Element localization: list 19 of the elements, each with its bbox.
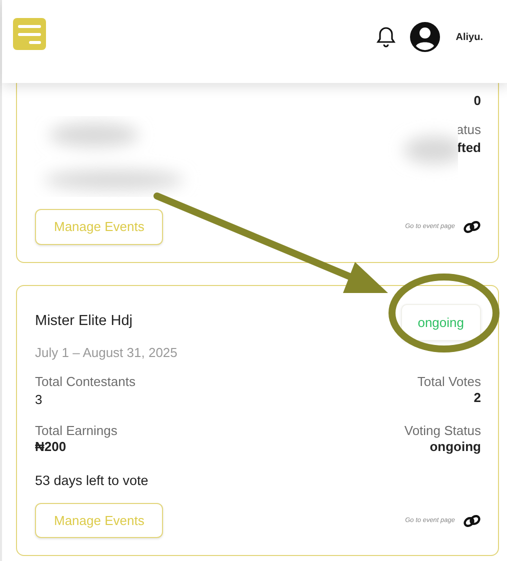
stat-value: ₦200 <box>35 438 68 454</box>
stat-value: 0 <box>474 93 481 109</box>
stat-label: Voting Status <box>404 422 481 438</box>
username[interactable]: Aliyu. <box>456 30 483 44</box>
notification-bell-icon[interactable] <box>376 26 396 48</box>
event-dates: July 1 – August 31, 2025 <box>35 345 178 361</box>
stat-label: Total Contestants <box>35 374 136 390</box>
stat-label: Total Earnings <box>35 422 118 438</box>
status-badge: ongoing <box>400 304 481 341</box>
avatar-icon[interactable] <box>410 22 440 52</box>
stat-value: fted <box>457 140 481 156</box>
days-left-text: 53 days left to vote <box>35 472 150 490</box>
stat-value: ongoing <box>430 438 481 454</box>
event-title: Mister Elite Hdj <box>35 312 132 332</box>
stat-value: 2 <box>474 390 481 406</box>
link-icon[interactable] <box>463 514 481 528</box>
stat-value: 3 <box>35 391 44 409</box>
stat-label: Total Votes <box>417 374 481 390</box>
link-icon[interactable] <box>463 220 481 234</box>
